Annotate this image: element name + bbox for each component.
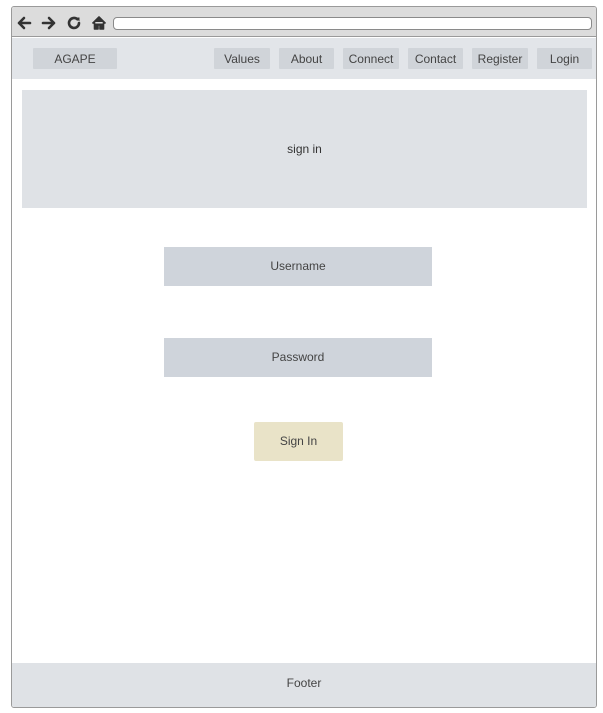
arrow-right-icon[interactable] [40, 14, 58, 32]
hero-banner: sign in [22, 90, 587, 208]
page-footer: Footer [12, 663, 596, 707]
nav-about[interactable]: About [279, 48, 334, 69]
reload-icon[interactable] [65, 14, 83, 32]
sign-in-button[interactable]: Sign In [254, 422, 343, 461]
nav-connect[interactable]: Connect [343, 48, 399, 69]
browser-window: AGAPE Values About Connect Contact Regis… [11, 6, 597, 708]
nav-contact[interactable]: Contact [408, 48, 463, 69]
nav-register[interactable]: Register [472, 48, 528, 69]
browser-toolbar [12, 7, 596, 37]
nav-login[interactable]: Login [537, 48, 592, 69]
nav-values[interactable]: Values [214, 48, 270, 69]
arrow-left-icon[interactable] [15, 14, 33, 32]
password-field[interactable]: Password [164, 338, 432, 377]
home-icon[interactable] [90, 14, 108, 32]
brand-logo[interactable]: AGAPE [33, 48, 117, 69]
url-bar[interactable] [113, 17, 592, 30]
username-field[interactable]: Username [164, 247, 432, 286]
top-navbar: AGAPE Values About Connect Contact Regis… [12, 38, 596, 79]
